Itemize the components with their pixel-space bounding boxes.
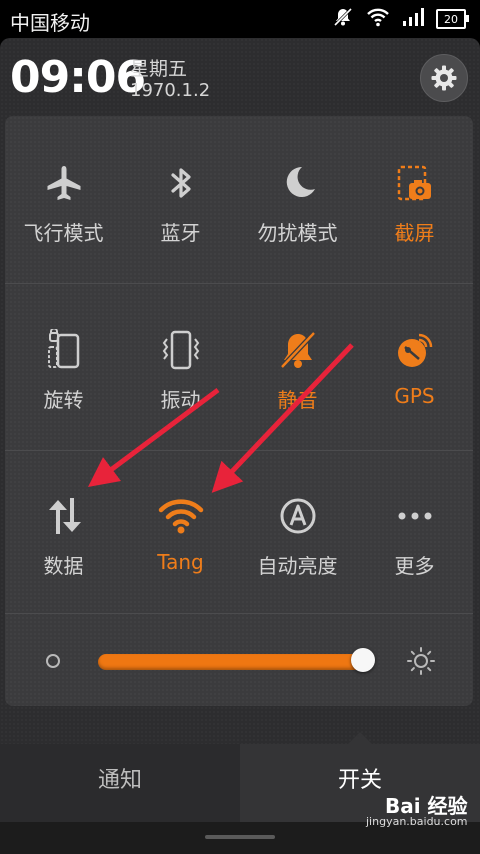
active-tab-indicator <box>348 732 372 744</box>
toggle-label: 勿扰模式 <box>257 221 338 245</box>
toggle-label: 静音 <box>277 388 318 412</box>
settings-button[interactable] <box>420 54 468 102</box>
toggle-silent[interactable]: 静音 <box>239 328 356 428</box>
row-divider <box>5 283 473 284</box>
auto-brightness-icon <box>239 494 356 538</box>
wifi-icon <box>366 7 390 31</box>
status-bar: 中国移动 20 <box>0 0 480 38</box>
toggle-mobile-data[interactable]: 数据 <box>5 494 122 594</box>
toggle-bluetooth[interactable]: 蓝牙 <box>122 161 239 261</box>
airplane-icon <box>5 161 122 205</box>
mute-bell-icon <box>239 328 356 372</box>
carrier-name: 中国移动 <box>10 11 90 35</box>
toggle-more[interactable]: 更多 <box>356 494 473 594</box>
toggle-rotate[interactable]: 旋转 <box>5 328 122 428</box>
signal-icon <box>402 7 424 31</box>
gear-icon <box>431 65 457 91</box>
screenshot-icon <box>356 161 473 205</box>
bluetooth-icon <box>122 161 239 205</box>
toggle-label: 旋转 <box>43 388 84 412</box>
toggle-label: 数据 <box>43 554 84 578</box>
date: 1970.1.2 <box>130 80 211 101</box>
toggle-label: 飞行模式 <box>23 221 104 245</box>
row-divider <box>5 613 473 614</box>
toggle-label: 振动 <box>160 388 201 412</box>
more-icon <box>356 494 473 538</box>
data-icon <box>5 494 122 538</box>
toggle-label: 蓝牙 <box>160 221 201 245</box>
toggle-label: 更多 <box>394 554 435 578</box>
quick-settings-panel: 09:06 星期五 1970.1.2 飞行模式 蓝牙 勿扰模式 截屏 旋转 振动… <box>0 38 480 744</box>
toggle-airplane-mode[interactable]: 飞行模式 <box>5 161 122 261</box>
brightness-min-icon <box>46 654 60 668</box>
toggle-label: 自动亮度 <box>257 554 338 578</box>
mute-icon <box>332 6 354 32</box>
vibrate-icon <box>122 328 239 372</box>
battery-level: 20 <box>444 12 458 26</box>
watermark-site: jingyan.baidu.com <box>366 815 468 828</box>
toggle-label: 截屏 <box>394 221 435 245</box>
toggle-auto-brightness[interactable]: 自动亮度 <box>239 494 356 594</box>
status-icons: 20 <box>332 6 469 32</box>
brightness-slider-thumb[interactable] <box>351 648 375 672</box>
toggle-screenshot[interactable]: 截屏 <box>356 161 473 261</box>
toggle-do-not-disturb[interactable]: 勿扰模式 <box>239 161 356 261</box>
gps-icon <box>356 328 473 372</box>
row-divider <box>5 450 473 451</box>
drag-handle[interactable] <box>205 835 275 839</box>
battery-icon: 20 <box>436 9 469 29</box>
toggle-label: Tang <box>157 550 204 574</box>
clock: 09:06 <box>10 52 146 103</box>
toggle-label: GPS <box>394 384 435 408</box>
toggle-wifi[interactable]: Tang <box>122 494 239 594</box>
watermark: Bai 经验 jingyan.baidu.com <box>366 794 468 830</box>
brightness-slider[interactable] <box>98 654 366 670</box>
toggle-grid: 飞行模式 蓝牙 勿扰模式 截屏 旋转 振动 静音 GPS 数据 Tang 自动亮… <box>5 116 473 706</box>
moon-icon <box>239 161 356 205</box>
weekday: 星期五 <box>130 58 188 80</box>
brightness-max-icon <box>406 646 436 680</box>
watermark-brand: Bai 经验 <box>384 794 468 818</box>
toggle-gps[interactable]: GPS <box>356 328 473 428</box>
toggle-vibrate[interactable]: 振动 <box>122 328 239 428</box>
rotate-icon <box>5 328 122 372</box>
tab-notifications[interactable]: 通知 <box>0 744 240 822</box>
wifi-icon <box>122 494 239 538</box>
